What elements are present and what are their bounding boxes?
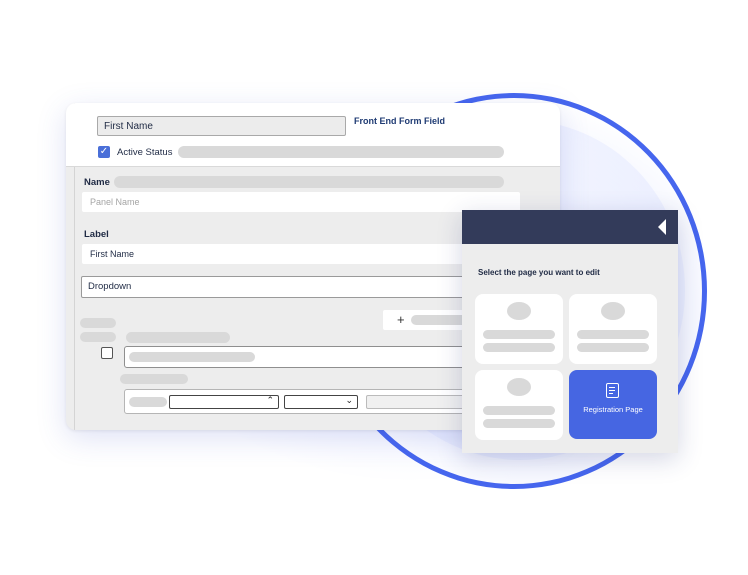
- condition-select-1[interactable]: ⌃: [169, 395, 279, 409]
- placeholder-bar: [80, 332, 116, 342]
- page-tile[interactable]: [475, 294, 563, 364]
- field-name-display[interactable]: First Name: [97, 116, 346, 136]
- panel-name-placeholder: Panel Name: [90, 197, 140, 207]
- plus-icon: +: [397, 312, 405, 327]
- placeholder-bar: [483, 343, 555, 352]
- label-input[interactable]: First Name: [82, 244, 482, 264]
- name-label: Name: [84, 177, 110, 188]
- option-checkbox[interactable]: [101, 347, 113, 359]
- placeholder-bar: [129, 397, 167, 407]
- placeholder-bar: [126, 332, 230, 343]
- checkmark-icon: ✓: [99, 146, 109, 157]
- page-picker-header: [462, 210, 678, 244]
- placeholder-bar: [120, 374, 188, 384]
- label-label: Label: [84, 229, 109, 240]
- panel-name-input[interactable]: Panel Name: [82, 192, 520, 212]
- back-arrow-icon[interactable]: [658, 219, 666, 235]
- placeholder-bar: [483, 330, 555, 339]
- condition-select-2[interactable]: ⌄: [284, 395, 358, 409]
- placeholder-bar: [577, 343, 649, 352]
- placeholder-bar: [178, 146, 504, 158]
- placeholder-bar: [577, 330, 649, 339]
- placeholder-thumbnail: [507, 378, 531, 396]
- document-icon: [606, 383, 619, 398]
- active-status-label: Active Status: [117, 147, 173, 158]
- chevron-down-icon: ⌄: [345, 395, 353, 405]
- panel-header-section: First Name Front End Form Field ✓ Active…: [66, 103, 560, 167]
- placeholder-bar: [114, 176, 504, 188]
- page-picker-title: Select the page you want to edit: [478, 268, 600, 277]
- page-picker-card: Select the page you want to edit Registr…: [462, 210, 678, 453]
- page-tile[interactable]: [569, 294, 657, 364]
- placeholder-bar: [483, 406, 555, 415]
- registration-page-label: Registration Page: [583, 405, 643, 414]
- placeholder-bar: [80, 318, 116, 328]
- placeholder-bar: [129, 352, 255, 362]
- active-status-checkbox[interactable]: ✓: [98, 146, 110, 158]
- field-type-label: Front End Form Field: [354, 116, 445, 126]
- chevron-up-icon: ⌃: [266, 395, 274, 405]
- placeholder-bar: [483, 419, 555, 428]
- placeholder-thumbnail: [507, 302, 531, 320]
- registration-page-tile[interactable]: Registration Page: [569, 370, 657, 439]
- field-type-dropdown[interactable]: Dropdown: [81, 276, 483, 298]
- placeholder-thumbnail: [601, 302, 625, 320]
- page-tile[interactable]: [475, 370, 563, 440]
